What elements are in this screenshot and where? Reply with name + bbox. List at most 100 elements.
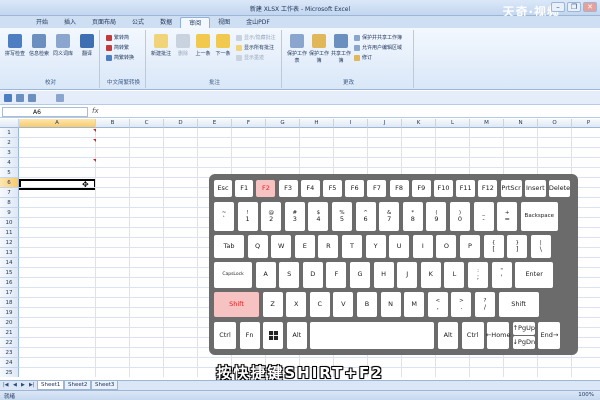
key[interactable]: End→ xyxy=(538,322,561,349)
key[interactable]: C xyxy=(309,292,330,317)
key[interactable]: F9 xyxy=(411,180,431,197)
delete-comment-button[interactable]: 删除 xyxy=(172,34,194,57)
show-hide-comment-button[interactable]: 显示/隐藏批注 xyxy=(236,34,276,42)
row-header[interactable]: 12 xyxy=(0,238,19,248)
column-header[interactable]: H xyxy=(300,119,334,128)
row-header[interactable]: 1 xyxy=(0,128,19,138)
key[interactable]: D xyxy=(302,262,323,288)
column-header[interactable]: J xyxy=(368,119,402,128)
key[interactable]: F7 xyxy=(367,180,387,197)
row-header[interactable]: 9 xyxy=(0,208,19,218)
simp-to-trad-button[interactable]: 简转繁 xyxy=(106,44,129,52)
column-header[interactable]: A xyxy=(19,119,96,128)
key[interactable]: _ - xyxy=(473,202,494,231)
key[interactable]: J xyxy=(397,262,418,288)
key[interactable]: I xyxy=(412,235,433,258)
key[interactable]: Shift xyxy=(214,292,259,317)
key[interactable]: Ctrl xyxy=(214,322,236,349)
key[interactable]: N xyxy=(380,292,401,317)
share-workbook-button[interactable]: 共享工作簿 xyxy=(330,34,352,64)
key[interactable]: #3 xyxy=(284,202,305,231)
windows-key[interactable] xyxy=(263,322,284,349)
column-header[interactable]: B xyxy=(96,119,130,128)
key[interactable]: + = xyxy=(497,202,518,231)
column-header[interactable]: E xyxy=(198,119,232,128)
key[interactable]: $4 xyxy=(308,202,329,231)
key[interactable]: R xyxy=(318,235,339,258)
research-button[interactable]: 信息检索 xyxy=(28,34,50,57)
sheet-tab-3[interactable]: Sheet3 xyxy=(91,381,119,390)
row-header[interactable]: 4 xyxy=(0,158,19,168)
key[interactable]: X xyxy=(286,292,307,317)
previous-comment-button[interactable]: 上一条 xyxy=(192,34,214,57)
undo-icon[interactable] xyxy=(16,94,24,102)
comment-indicator-icon[interactable] xyxy=(93,139,96,142)
key[interactable]: F1 xyxy=(235,180,254,197)
save-icon[interactable] xyxy=(4,94,12,102)
row-header[interactable]: 13 xyxy=(0,248,19,258)
key[interactable]: B xyxy=(357,292,377,317)
comment-indicator-icon[interactable] xyxy=(93,159,96,162)
column-header[interactable]: P xyxy=(572,119,600,128)
row-header[interactable]: 11 xyxy=(0,228,19,238)
key[interactable]: Alt xyxy=(286,322,307,349)
key[interactable]: S xyxy=(279,262,300,288)
row-header[interactable]: 7 xyxy=(0,188,19,198)
key[interactable]: E xyxy=(294,235,315,258)
key[interactable] xyxy=(310,322,435,349)
column-header[interactable]: I xyxy=(334,119,368,128)
key[interactable]: T xyxy=(342,235,362,258)
key[interactable]: F6 xyxy=(345,180,365,197)
key[interactable]: Alt xyxy=(438,322,458,349)
name-box[interactable]: A6 xyxy=(2,107,88,117)
redo-icon[interactable] xyxy=(28,94,36,102)
row-header[interactable]: 15 xyxy=(0,268,19,278)
first-sheet-icon[interactable]: |◀ xyxy=(3,382,9,388)
key[interactable]: ^ 6 xyxy=(355,202,376,231)
trad-to-simp-button[interactable]: 繁转简 xyxy=(106,34,129,42)
tab-6[interactable]: 视图 xyxy=(210,17,238,28)
new-comment-button[interactable]: 新建批注 xyxy=(150,34,172,57)
key[interactable]: CapsLock xyxy=(214,262,252,288)
key[interactable]: F xyxy=(326,262,347,288)
show-all-comments-button[interactable]: 显示所有批注 xyxy=(236,44,274,52)
key[interactable]: A xyxy=(255,262,276,288)
row-header[interactable]: 19 xyxy=(0,308,19,318)
row-header[interactable]: 10 xyxy=(0,218,19,228)
key[interactable]: W xyxy=(271,235,292,258)
show-ink-button[interactable]: 显示墨迹 xyxy=(236,54,264,62)
key[interactable]: Fn xyxy=(239,322,260,349)
key[interactable]: (9 xyxy=(426,202,447,231)
key[interactable]: L xyxy=(444,262,465,288)
prev-sheet-icon[interactable]: ◀ xyxy=(13,382,17,388)
key[interactable]: F8 xyxy=(389,180,409,197)
key[interactable]: ↑PgUp xyxy=(513,322,535,335)
close-button[interactable]: ✕ xyxy=(583,2,597,12)
restore-button[interactable]: ❐ xyxy=(567,2,581,12)
column-header[interactable]: K xyxy=(402,119,436,128)
track-changes-button[interactable]: 修订 xyxy=(354,54,372,62)
row-header[interactable]: 22 xyxy=(0,338,19,348)
tab-0[interactable]: 开始 xyxy=(28,17,56,28)
column-header[interactable]: O xyxy=(538,119,572,128)
protect-workbook-button[interactable]: 保护工作簿 xyxy=(308,34,330,64)
key[interactable]: }] xyxy=(507,235,528,258)
last-sheet-icon[interactable]: ▶| xyxy=(29,382,35,388)
column-header[interactable]: D xyxy=(164,119,198,128)
key[interactable]: ↓PgDn xyxy=(512,336,535,349)
row-header[interactable]: 5 xyxy=(0,168,19,178)
key[interactable]: | \ xyxy=(530,235,551,258)
column-header[interactable]: N xyxy=(504,119,538,128)
protect-share-button[interactable]: 保护并共享工作簿 xyxy=(354,34,402,42)
sheet-tab-1[interactable]: Sheet1 xyxy=(37,381,65,390)
key[interactable]: ←Home xyxy=(486,322,511,349)
key[interactable]: >. xyxy=(451,292,472,317)
key[interactable]: PrtScr xyxy=(500,180,522,197)
customize-icon[interactable] xyxy=(56,94,64,102)
tab-3[interactable]: 公式 xyxy=(124,17,152,28)
fx-icon[interactable]: fx xyxy=(92,107,99,115)
protect-sheet-button[interactable]: 保护工作表 xyxy=(286,34,308,64)
key[interactable]: M xyxy=(404,292,425,317)
row-header[interactable]: 23 xyxy=(0,348,19,358)
translate-button[interactable]: 翻译 xyxy=(76,34,98,57)
